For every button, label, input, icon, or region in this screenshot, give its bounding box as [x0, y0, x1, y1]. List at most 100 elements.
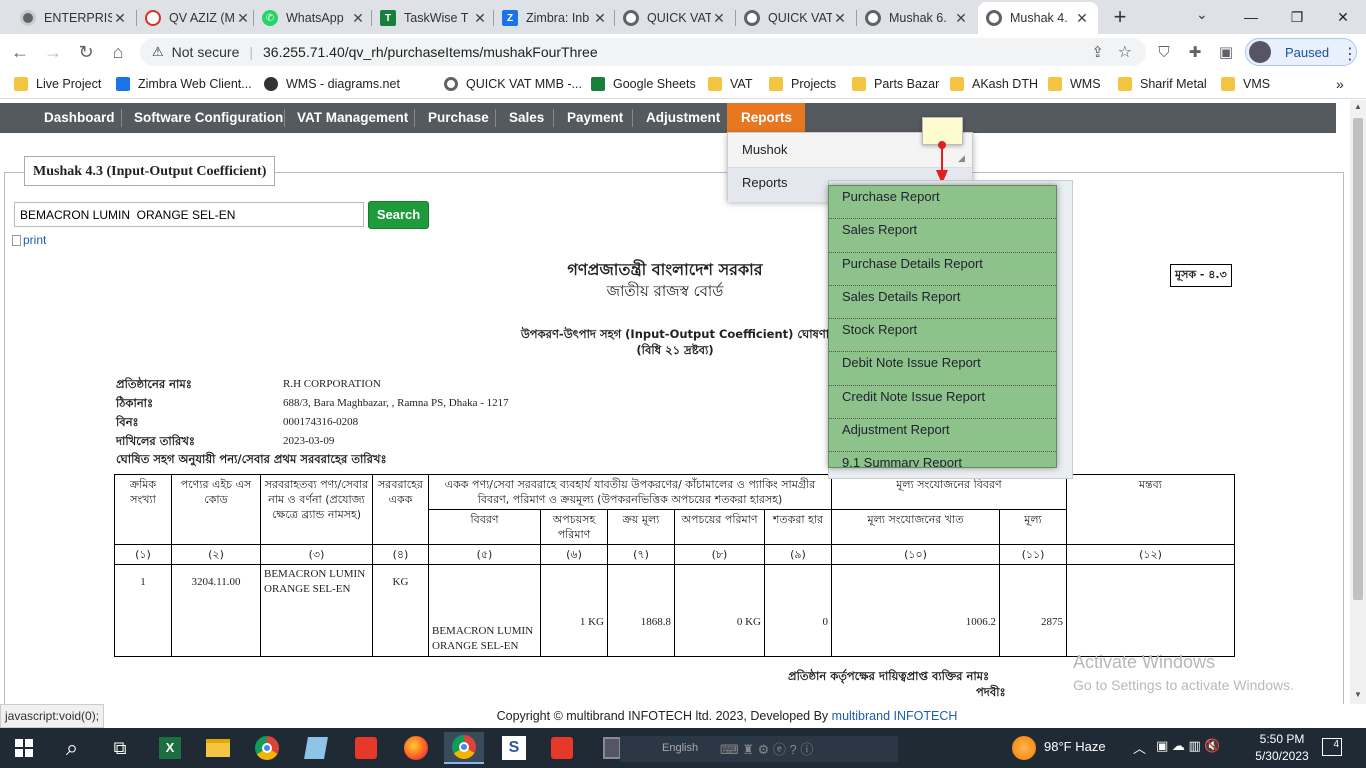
nav-purchase[interactable]: Purchase — [414, 103, 503, 133]
page-scrollbar[interactable]: ▲ ▼ — [1350, 100, 1366, 704]
back-arrow-icon[interactable]: ← — [6, 38, 34, 66]
submenu-purchase-report[interactable]: Purchase Report — [829, 186, 1056, 220]
nav-dashboard[interactable]: Dashboard — [30, 103, 129, 133]
restore-button[interactable]: ❐ — [1274, 0, 1320, 34]
close-icon[interactable]: ✕ — [472, 10, 488, 27]
star-bookmark-icon[interactable]: ☆ — [1118, 42, 1132, 62]
bookmark-quick-vat[interactable]: QUICK VAT MMB -... — [444, 74, 582, 94]
more-menu-icon[interactable]: ⋮ — [1342, 44, 1358, 64]
windows-start-icon[interactable] — [4, 732, 44, 764]
share-icon[interactable]: ⇪ — [1091, 43, 1104, 61]
col-num: (৭) — [607, 544, 675, 565]
file-explorer-icon[interactable] — [198, 732, 238, 764]
tab-6[interactable]: QUICK VAT ✕ — [615, 2, 735, 34]
bookmark-vat[interactable]: VAT — [708, 74, 752, 94]
tab-8[interactable]: Mushak 6. ✕ — [857, 2, 977, 34]
extension-shield-icon[interactable]: ⛉ — [1150, 38, 1178, 66]
close-icon[interactable]: ✕ — [832, 10, 848, 27]
notepad-icon[interactable] — [296, 732, 336, 764]
minimize-button[interactable]: — — [1228, 0, 1274, 34]
bookmark-wms-diagrams[interactable]: WMS - diagrams.net — [264, 74, 400, 94]
tray-icons[interactable]: ▣ ☁ ▥ 🔇 — [1156, 738, 1221, 754]
bookmark-akash-dth[interactable]: AKash DTH — [950, 74, 1038, 94]
submenu-adjustment-report[interactable]: Adjustment Report — [829, 419, 1056, 453]
tray-chevron-icon[interactable]: ︿ — [1133, 738, 1146, 757]
url-text[interactable]: 36.255.71.40/qv_rh/purchaseItems/mushakF… — [263, 44, 598, 60]
bookmark-sharif-metal[interactable]: Sharif Metal — [1118, 74, 1207, 94]
weather-text[interactable]: 98°F Haze — [1044, 739, 1106, 754]
nav-software-configuration[interactable]: Software Configuration — [120, 103, 297, 133]
tab-3[interactable]: ✆ WhatsApp ✕ — [254, 2, 374, 34]
submenu-summary-report[interactable]: 9.1 Summary Report — [829, 452, 1056, 467]
menu-item-mushok[interactable]: Mushok — [742, 142, 788, 157]
close-icon[interactable]: ✕ — [953, 10, 969, 27]
close-icon[interactable]: ✕ — [350, 10, 366, 27]
nav-reports[interactable]: Reports — [727, 103, 805, 133]
bookmark-vms[interactable]: VMS — [1221, 74, 1270, 94]
nav-sales[interactable]: Sales — [495, 103, 558, 133]
chrome-active-icon[interactable] — [444, 732, 484, 764]
nav-vat-management[interactable]: VAT Management — [283, 103, 422, 133]
submenu-credit-note-report[interactable]: Credit Note Issue Report — [829, 386, 1056, 420]
close-icon[interactable]: ✕ — [112, 10, 128, 27]
submenu-purchase-details-report[interactable]: Purchase Details Report — [829, 253, 1056, 286]
bookmark-google-sheets[interactable]: Google Sheets — [591, 74, 696, 94]
info-label-name: প্রতিষ্ঠানের নামঃ — [116, 377, 192, 391]
close-icon[interactable]: ✕ — [592, 10, 608, 27]
developer-link[interactable]: multibrand INFOTECH — [832, 709, 958, 723]
anydesk-second-icon[interactable] — [542, 732, 582, 764]
search-icon[interactable]: ⌕ — [52, 732, 92, 764]
chrome-icon[interactable] — [247, 732, 287, 764]
refresh-favicon-icon — [145, 10, 161, 26]
tab-4[interactable]: T TaskWise T ✕ — [372, 2, 496, 34]
bookmark-wms[interactable]: WMS — [1048, 74, 1101, 94]
close-icon[interactable]: ✕ — [235, 10, 251, 27]
nav-payment[interactable]: Payment — [553, 103, 637, 133]
scrollbar-thumb[interactable] — [1353, 118, 1363, 600]
folder-icon — [1221, 77, 1235, 91]
menu-item-reports[interactable]: Reports — [742, 175, 788, 190]
notification-icon[interactable]: 4 — [1322, 738, 1342, 756]
clock[interactable]: 5:50 PM 5/30/2023 — [1254, 731, 1310, 765]
reload-icon[interactable]: ↻ — [72, 38, 100, 66]
print-link[interactable]: print — [12, 233, 46, 247]
weather-haze-icon[interactable] — [1012, 736, 1036, 760]
cell-hs: 3204.11.00 — [171, 564, 261, 657]
address-bar[interactable]: ⚠ Not secure | 36.255.71.40/qv_rh/purcha… — [140, 38, 1146, 66]
submenu-debit-note-report[interactable]: Debit Note Issue Report — [829, 352, 1056, 386]
side-panel-icon[interactable]: ▣ — [1212, 38, 1240, 66]
search-button[interactable]: Search — [368, 201, 429, 229]
bookmark-live-project[interactable]: Live Project — [14, 74, 101, 94]
close-icon[interactable]: ✕ — [711, 10, 727, 27]
close-window-button[interactable]: ✕ — [1320, 0, 1366, 34]
firefox-icon[interactable] — [396, 732, 436, 764]
bookmark-parts-bazar[interactable]: Parts Bazar — [852, 74, 939, 94]
status-bar: javascript:void(0); — [0, 704, 104, 728]
submenu-stock-report[interactable]: Stock Report — [829, 319, 1056, 353]
tab-7[interactable]: QUICK VAT ✕ — [736, 2, 856, 34]
puzzle-extensions-icon[interactable]: ✚ — [1181, 38, 1209, 66]
more-bookmarks-chevron-icon[interactable]: » — [1336, 74, 1344, 94]
tab-search-chevron-icon[interactable]: ⌄ — [1196, 6, 1208, 23]
tab-5[interactable]: Z Zimbra: Inb ✕ — [494, 2, 616, 34]
skype-business-icon[interactable]: S — [494, 732, 534, 764]
product-search-input[interactable] — [14, 202, 364, 227]
home-icon[interactable]: ⌂ — [104, 38, 132, 66]
task-view-icon[interactable]: ⧉ — [100, 732, 140, 764]
forward-arrow-icon[interactable]: → — [39, 38, 67, 66]
tab-2[interactable]: QV AZIZ (M ✕ — [137, 2, 259, 34]
close-icon[interactable]: ✕ — [1074, 10, 1090, 27]
nav-adjustment[interactable]: Adjustment — [632, 103, 734, 133]
language-label[interactable]: English — [662, 742, 698, 754]
tab-1[interactable]: ENTERPRIS ✕ — [12, 2, 136, 34]
tab-active[interactable]: Mushak 4. ✕ — [978, 2, 1098, 34]
anydesk-icon[interactable] — [346, 732, 386, 764]
bookmark-projects[interactable]: Projects — [769, 74, 836, 94]
profile-button[interactable]: Paused — [1245, 38, 1357, 66]
new-tab-button[interactable]: + — [1108, 5, 1132, 29]
bookmark-zimbra[interactable]: Zimbra Web Client... — [116, 74, 252, 94]
submenu-sales-details-report[interactable]: Sales Details Report — [829, 286, 1056, 320]
submenu-sales-report[interactable]: Sales Report — [829, 219, 1056, 253]
not-secure-label[interactable]: Not secure — [172, 44, 240, 60]
excel-icon[interactable]: X — [150, 732, 190, 764]
